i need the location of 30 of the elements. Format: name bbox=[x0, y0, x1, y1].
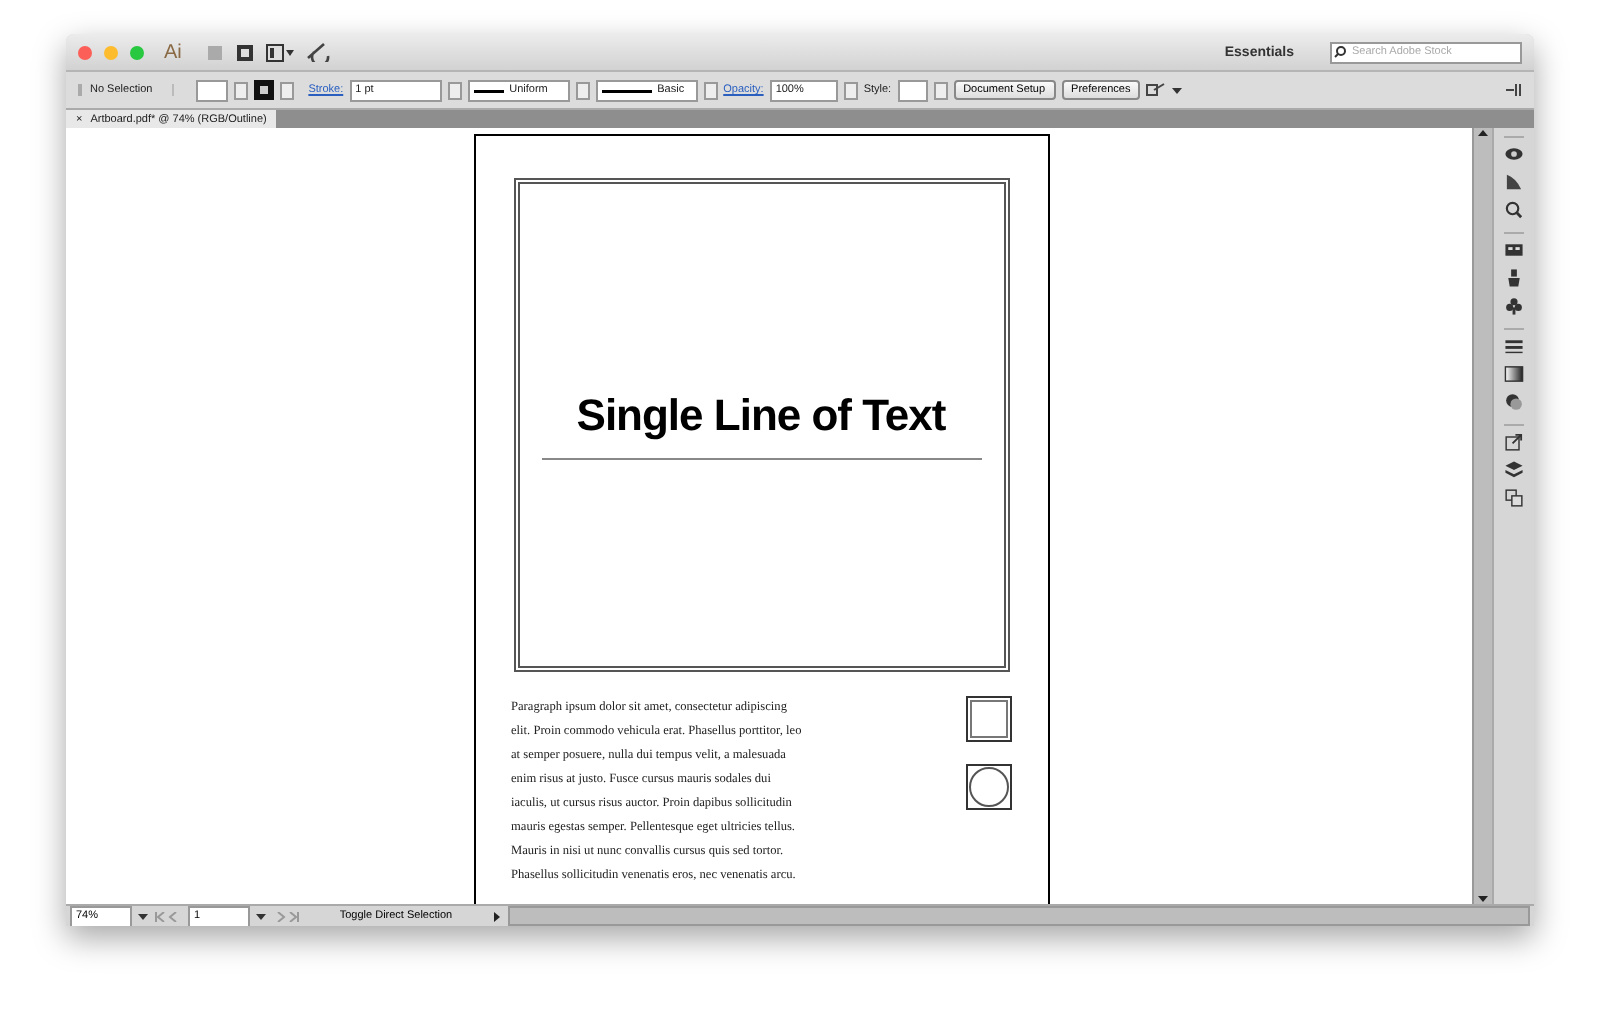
export-icon[interactable] bbox=[1504, 432, 1524, 452]
artboards-icon[interactable] bbox=[1504, 488, 1524, 508]
panel-menu-icon[interactable] bbox=[1506, 84, 1522, 96]
line-style-icon bbox=[601, 87, 652, 93]
circle-shape bbox=[965, 764, 1011, 810]
fill-swatch[interactable] bbox=[196, 79, 229, 101]
options-caret-icon[interactable] bbox=[1172, 85, 1183, 95]
transparency-icon[interactable] bbox=[1504, 392, 1524, 412]
search-icon bbox=[1334, 45, 1346, 57]
style-swatch[interactable] bbox=[897, 79, 928, 101]
brush-icon[interactable] bbox=[1504, 268, 1524, 288]
square-shape bbox=[965, 696, 1011, 742]
app-logo: Ai bbox=[164, 41, 182, 63]
appearance-icon[interactable] bbox=[1504, 144, 1524, 164]
heading-text: Single Line of Text bbox=[576, 390, 946, 442]
swatches-icon[interactable] bbox=[1504, 240, 1524, 260]
artboard-caret-icon[interactable] bbox=[256, 911, 266, 921]
arrange-documents-icon[interactable] bbox=[265, 43, 294, 61]
gradient-icon[interactable] bbox=[1504, 364, 1524, 384]
layers-icon[interactable] bbox=[1504, 460, 1524, 480]
lines-icon[interactable] bbox=[1504, 336, 1524, 356]
stroke-swatch[interactable] bbox=[254, 80, 275, 100]
align-icon[interactable] bbox=[1146, 82, 1167, 98]
gradient-shape-icon[interactable] bbox=[1504, 172, 1524, 192]
target-icon[interactable] bbox=[1504, 200, 1524, 220]
club-icon[interactable] bbox=[1504, 296, 1524, 316]
zoom-caret-icon[interactable] bbox=[138, 911, 148, 921]
line-style-icon bbox=[473, 87, 504, 93]
status-menu-icon[interactable] bbox=[492, 911, 502, 921]
stock-icon[interactable] bbox=[235, 43, 254, 61]
